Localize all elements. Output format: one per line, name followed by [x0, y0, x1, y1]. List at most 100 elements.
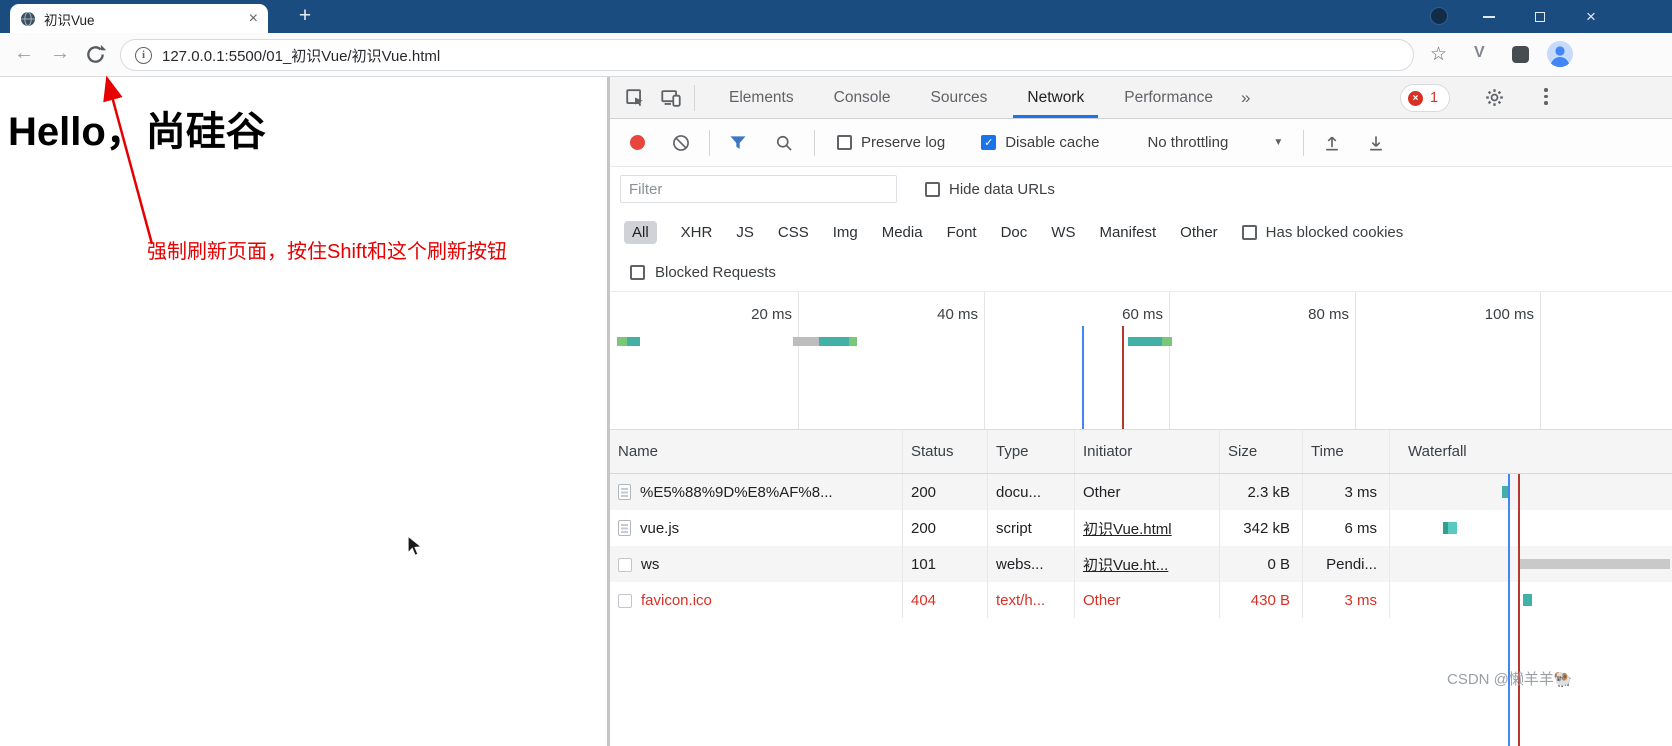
- filter-type-css[interactable]: CSS: [778, 224, 809, 241]
- tab-network[interactable]: Network: [1007, 77, 1104, 118]
- overview-request-bar: [793, 337, 819, 346]
- table-row[interactable]: vue.js 200 script 初识Vue.html 342 kB 6 ms: [610, 510, 1672, 546]
- devtools-tabs: Elements Console Sources Network Perform…: [709, 77, 1258, 118]
- has-blocked-cookies-checkbox[interactable]: [1242, 225, 1257, 240]
- request-name: %E5%88%9D%E8%AF%8...: [640, 484, 833, 501]
- close-icon: ×: [1586, 8, 1596, 25]
- reload-button[interactable]: [84, 43, 107, 66]
- filter-type-media[interactable]: Media: [882, 224, 923, 241]
- waterfall-bar: [1518, 559, 1670, 569]
- column-header-type[interactable]: Type: [988, 430, 1075, 473]
- more-tabs-icon[interactable]: »: [1233, 77, 1258, 118]
- import-har-icon[interactable]: [1322, 133, 1342, 153]
- vue-devtools-extension-icon[interactable]: V: [1474, 44, 1485, 62]
- extension-icon[interactable]: [1512, 46, 1529, 63]
- forward-button[interactable]: →: [50, 42, 70, 65]
- filter-input[interactable]: [620, 175, 897, 203]
- table-row[interactable]: ws 101 webs... 初识Vue.ht... 0 B Pendi...: [610, 546, 1672, 582]
- column-header-time[interactable]: Time: [1303, 430, 1390, 473]
- blocked-requests-checkbox[interactable]: [630, 265, 645, 280]
- hide-data-urls-checkbox[interactable]: [925, 182, 940, 197]
- table-row[interactable]: %E5%88%9D%E8%AF%8... 200 docu... Other 2…: [610, 474, 1672, 510]
- overview-request-bar: [627, 337, 640, 346]
- bookmark-star-icon[interactable]: ☆: [1430, 43, 1447, 66]
- search-icon[interactable]: [774, 133, 794, 153]
- url-bar[interactable]: i 127.0.0.1:5500/01_初识Vue/初识Vue.html: [120, 39, 1414, 71]
- column-header-waterfall[interactable]: Waterfall: [1390, 430, 1672, 473]
- network-overview-timeline[interactable]: 20 ms 40 ms 60 ms 80 ms 100 ms: [610, 291, 1672, 430]
- column-header-initiator[interactable]: Initiator: [1075, 430, 1220, 473]
- filter-type-manifest[interactable]: Manifest: [1099, 224, 1156, 241]
- restore-icon: [1535, 12, 1545, 22]
- request-size: 430 B: [1220, 582, 1303, 618]
- filter-type-font[interactable]: Font: [947, 224, 977, 241]
- filter-type-all[interactable]: All: [624, 221, 657, 244]
- document-file-icon: [618, 484, 631, 500]
- timeline-tick: 40 ms: [894, 306, 978, 323]
- preserve-log-checkbox[interactable]: [837, 135, 852, 150]
- window-minimize-button[interactable]: [1467, 0, 1511, 33]
- site-info-icon[interactable]: i: [135, 47, 152, 64]
- browser-tab[interactable]: 初识Vue ×: [10, 4, 268, 33]
- tab-console[interactable]: Console: [814, 77, 911, 118]
- filter-type-other[interactable]: Other: [1180, 224, 1218, 241]
- console-error-badge[interactable]: × 1: [1400, 84, 1450, 112]
- request-type: docu...: [988, 474, 1075, 510]
- timeline-tick: 100 ms: [1450, 306, 1534, 323]
- request-time: 3 ms: [1303, 582, 1390, 618]
- export-har-icon[interactable]: [1366, 133, 1386, 153]
- new-tab-button[interactable]: +: [292, 3, 318, 29]
- tab-title: 初识Vue: [44, 9, 241, 29]
- overview-request-bar: [1128, 337, 1162, 346]
- initiator-link[interactable]: 初识Vue.html: [1083, 518, 1172, 539]
- tab-favicon-icon: [20, 11, 36, 27]
- devtools-menu-dots-icon[interactable]: [1538, 86, 1554, 107]
- url-text[interactable]: 127.0.0.1:5500/01_初识Vue/初识Vue.html: [162, 45, 440, 66]
- device-toolbar-icon[interactable]: [660, 87, 682, 109]
- waterfall-cell: [1390, 582, 1672, 618]
- request-time: Pendi...: [1303, 546, 1390, 582]
- web-page: Hello，尚硅谷 强制刷新页面，按住Shift和这个刷新按钮: [0, 77, 607, 746]
- filter-type-ws[interactable]: WS: [1051, 224, 1075, 241]
- column-header-name[interactable]: Name: [610, 430, 903, 473]
- disable-cache-checkbox[interactable]: ✓: [981, 135, 996, 150]
- filter-type-xhr[interactable]: XHR: [681, 224, 713, 241]
- request-name: vue.js: [640, 520, 679, 537]
- timeline-tick: 20 ms: [708, 306, 792, 323]
- filter-type-img[interactable]: Img: [833, 224, 858, 241]
- column-header-size[interactable]: Size: [1220, 430, 1303, 473]
- tab-elements[interactable]: Elements: [709, 77, 814, 118]
- preserve-log-label[interactable]: Preserve log: [861, 134, 945, 151]
- document-file-icon: [618, 520, 631, 536]
- disable-cache-label[interactable]: Disable cache: [1005, 134, 1099, 151]
- has-blocked-cookies-label[interactable]: Has blocked cookies: [1266, 224, 1404, 241]
- throttling-dropdown[interactable]: No throttling: [1147, 134, 1228, 151]
- table-row[interactable]: favicon.ico 404 text/h... Other 430 B 3 …: [610, 582, 1672, 618]
- window-restore-button[interactable]: [1518, 0, 1562, 33]
- filter-type-js[interactable]: JS: [736, 224, 754, 241]
- request-time: 3 ms: [1303, 474, 1390, 510]
- clear-network-log-icon[interactable]: [671, 133, 691, 153]
- tab-sources[interactable]: Sources: [911, 77, 1008, 118]
- request-status: 200: [903, 510, 988, 546]
- divider: [694, 85, 695, 111]
- filter-type-doc[interactable]: Doc: [1001, 224, 1028, 241]
- table-header: Name Status Type Initiator Size Time Wat…: [610, 430, 1672, 474]
- chevron-down-icon[interactable]: ▼: [1273, 137, 1283, 148]
- back-button[interactable]: ←: [14, 42, 34, 65]
- blocked-requests-label[interactable]: Blocked Requests: [655, 264, 776, 281]
- initiator-link[interactable]: 初识Vue.ht...: [1083, 554, 1168, 575]
- minimize-icon: [1483, 16, 1495, 18]
- window-close-button[interactable]: ×: [1569, 0, 1613, 33]
- tab-close-icon[interactable]: ×: [249, 11, 258, 27]
- devtools-settings-gear-icon[interactable]: [1484, 87, 1505, 108]
- hide-data-urls-label[interactable]: Hide data URLs: [949, 181, 1055, 198]
- request-initiator: Other: [1075, 474, 1220, 510]
- domcontentloaded-line: [1082, 326, 1084, 429]
- record-network-log-button[interactable]: [630, 135, 645, 150]
- filter-funnel-icon[interactable]: [728, 133, 748, 153]
- column-header-status[interactable]: Status: [903, 430, 988, 473]
- inspect-element-icon[interactable]: [624, 87, 646, 109]
- profile-avatar[interactable]: [1546, 40, 1574, 68]
- tab-performance[interactable]: Performance: [1104, 77, 1233, 118]
